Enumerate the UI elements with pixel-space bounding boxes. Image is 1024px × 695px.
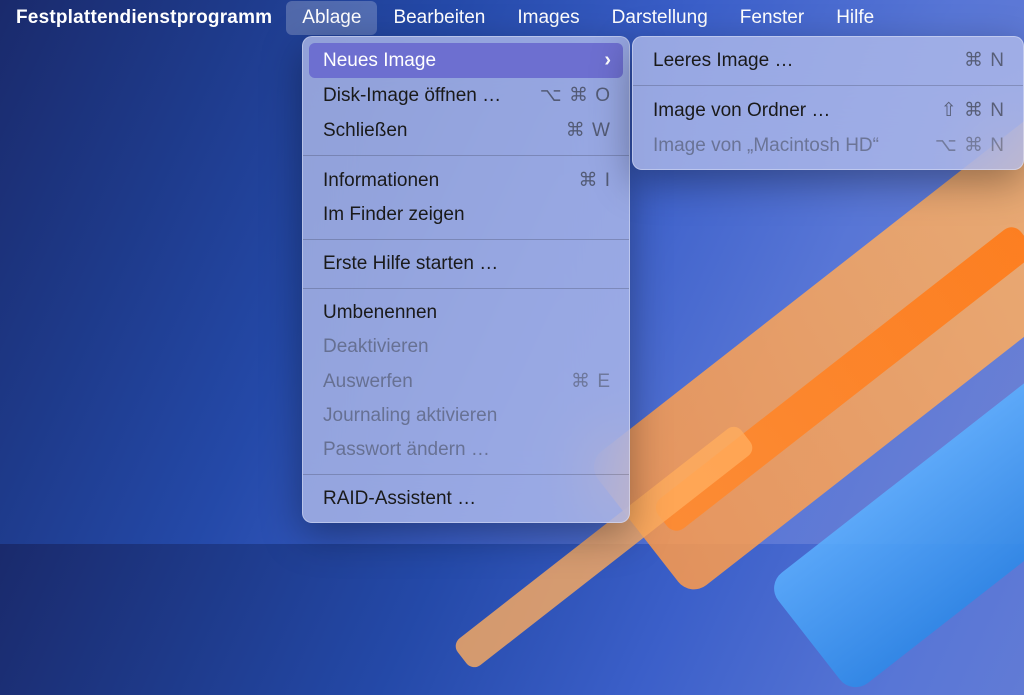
menuitem-label: Umbenennen (323, 302, 437, 324)
menu-darstellung[interactable]: Darstellung (596, 1, 724, 35)
separator (303, 474, 629, 475)
menuitem-passwort-aendern: Passwort ändern … (303, 433, 629, 467)
menuitem-auswerfen: Auswerfen ⌘ E (303, 364, 629, 399)
shortcut: ⌘ W (566, 119, 611, 142)
shortcut: ⌘ N (964, 49, 1005, 72)
separator (303, 288, 629, 289)
menuitem-label: Image von Ordner … (653, 100, 830, 122)
menuitem-label: Im Finder zeigen (323, 204, 465, 226)
menuitem-label: Informationen (323, 170, 439, 192)
menuitem-neues-image[interactable]: Neues Image › (309, 43, 623, 78)
menuitem-label: Auswerfen (323, 371, 413, 393)
submenuitem-leeres-image[interactable]: Leeres Image … ⌘ N (633, 43, 1023, 78)
menubar: Festplattendienstprogramm Ablage Bearbei… (0, 0, 1024, 36)
menuitem-journaling-aktivieren: Journaling aktivieren (303, 399, 629, 433)
separator (303, 155, 629, 156)
menuitem-label: Passwort ändern … (323, 439, 490, 461)
menuitem-umbenennen[interactable]: Umbenennen (303, 296, 629, 330)
menuitem-label: Disk-Image öffnen … (323, 85, 501, 107)
shortcut: ⌘ I (578, 169, 611, 192)
shortcut: ⇧ ⌘ N (941, 99, 1005, 122)
menuitem-label: Deaktivieren (323, 336, 429, 358)
separator (633, 85, 1023, 86)
menuitem-informationen[interactable]: Informationen ⌘ I (303, 163, 629, 198)
menuitem-disk-image-oeffnen[interactable]: Disk-Image öffnen … ⌥ ⌘ O (303, 78, 629, 113)
shortcut: ⌘ E (571, 370, 611, 393)
menu-hilfe[interactable]: Hilfe (820, 1, 890, 35)
menuitem-label: Schließen (323, 120, 408, 142)
menuitem-label: RAID-Assistent … (323, 488, 476, 510)
chevron-right-icon: › (592, 49, 611, 72)
neues-image-submenu: Leeres Image … ⌘ N Image von Ordner … ⇧ … (632, 36, 1024, 170)
menuitem-deaktivieren: Deaktivieren (303, 330, 629, 364)
menuitem-erste-hilfe-starten[interactable]: Erste Hilfe starten … (303, 247, 629, 281)
ablage-menu: Neues Image › Disk-Image öffnen … ⌥ ⌘ O … (302, 36, 630, 523)
menuitem-label: Neues Image (323, 50, 436, 72)
menu-bearbeiten[interactable]: Bearbeiten (377, 1, 501, 35)
menuitem-schliessen[interactable]: Schließen ⌘ W (303, 113, 629, 148)
menuitem-raid-assistent[interactable]: RAID-Assistent … (303, 482, 629, 516)
app-name: Festplattendienstprogramm (12, 7, 286, 29)
menuitem-label: Journaling aktivieren (323, 405, 497, 427)
shortcut: ⌥ ⌘ O (540, 84, 611, 107)
submenuitem-image-von-macintosh-hd: Image von „Macintosh HD“ ⌥ ⌘ N (633, 128, 1023, 163)
menu-ablage[interactable]: Ablage (286, 1, 377, 35)
shortcut: ⌥ ⌘ N (935, 134, 1005, 157)
separator (303, 239, 629, 240)
submenuitem-image-von-ordner[interactable]: Image von Ordner … ⇧ ⌘ N (633, 93, 1023, 128)
menu-fenster[interactable]: Fenster (724, 1, 820, 35)
menuitem-label: Image von „Macintosh HD“ (653, 135, 879, 157)
menuitem-im-finder-zeigen[interactable]: Im Finder zeigen (303, 198, 629, 232)
menu-images[interactable]: Images (501, 1, 595, 35)
menuitem-label: Erste Hilfe starten … (323, 253, 498, 275)
menuitem-label: Leeres Image … (653, 50, 793, 72)
